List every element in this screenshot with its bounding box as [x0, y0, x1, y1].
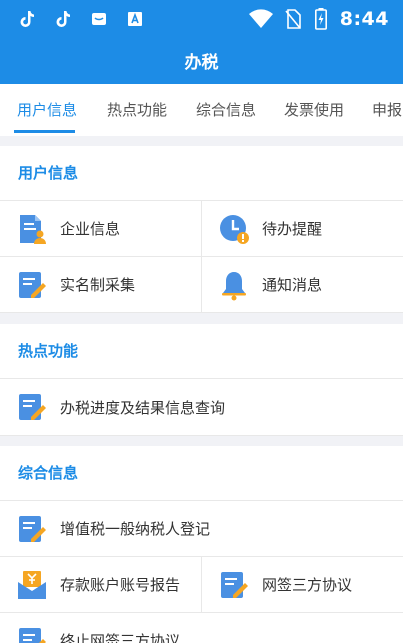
menu-item-notifications[interactable]: 通知消息 [201, 257, 403, 312]
tab-bar: 用户信息 热点功能 综合信息 发票使用 申报 [0, 84, 403, 136]
menu-item-label: 网签三方协议 [262, 576, 353, 594]
tab-general-info[interactable]: 综合信息 [196, 84, 256, 136]
tab-user-info[interactable]: 用户信息 [17, 84, 77, 136]
menu-item-company-info[interactable]: 企业信息 [0, 201, 201, 256]
menu-item-label: 办税进度及结果信息查询 [60, 398, 226, 417]
tiktok-icon [18, 10, 36, 28]
section-title: 热点功能 [0, 324, 403, 379]
menu-item-vat-registration[interactable]: 增值税一般纳税人登记 [0, 501, 403, 556]
menu-item-realname-collection[interactable]: 实名制采集 [0, 257, 201, 312]
wifi-icon [248, 8, 274, 28]
battery-charging-icon [312, 7, 330, 30]
clock-alert-icon [218, 213, 250, 245]
tab-hot-functions[interactable]: 热点功能 [107, 84, 167, 136]
bell-icon [218, 269, 250, 301]
app-icon [90, 10, 108, 28]
section-title: 用户信息 [0, 146, 403, 201]
menu-item-label: 增值税一般纳税人登记 [60, 520, 211, 538]
grid-row: 存款账户账号报告 网签三方协议 [0, 557, 403, 613]
grid-row: 企业信息 待办提醒 [0, 201, 403, 257]
status-bar: 8:44 [0, 0, 403, 37]
menu-item-label: 企业信息 [60, 220, 121, 238]
grid-row: 终止网签三方协议 [0, 613, 403, 643]
tab-active-indicator [14, 130, 75, 133]
menu-item-deposit-account-report[interactable]: 存款账户账号报告 [0, 557, 201, 612]
no-sim-icon [284, 8, 302, 29]
tab-declaration[interactable]: 申报 [372, 84, 402, 136]
section-user-info: 用户信息 企业信息 待办提醒 实名制采集 通知消息 [0, 146, 403, 313]
menu-item-label: 通知消息 [262, 276, 323, 294]
menu-item-label: 待办提醒 [262, 220, 323, 238]
section-title: 综合信息 [0, 446, 403, 501]
app-bar: 办税 [0, 37, 403, 84]
tab-invoice-use[interactable]: 发票使用 [284, 84, 344, 136]
money-envelope-icon [16, 569, 48, 601]
edit-document-icon [16, 269, 48, 301]
menu-item-progress-query[interactable]: 办税进度及结果信息查询 [0, 379, 403, 435]
status-time: 8:44 [339, 7, 389, 30]
menu-item-terminate-agreement[interactable]: 终止网签三方协议 [0, 613, 403, 643]
grid-row: 办税进度及结果信息查询 [0, 379, 403, 436]
menu-item-todo-reminder[interactable]: 待办提醒 [201, 201, 403, 256]
a-badge-icon [126, 10, 144, 28]
grid-row: 增值税一般纳税人登记 [0, 501, 403, 557]
section-general-info: 综合信息 增值税一般纳税人登记 存款账户账号报告 网签三方协议 终止网签三方协议 [0, 446, 403, 643]
edit-document-icon [16, 513, 48, 545]
menu-item-label: 存款账户账号报告 [60, 576, 181, 594]
grid-row: 实名制采集 通知消息 [0, 257, 403, 313]
section-hot-functions: 热点功能 办税进度及结果信息查询 [0, 324, 403, 436]
menu-item-label: 终止网签三方协议 [60, 632, 181, 643]
document-user-icon [16, 213, 48, 245]
edit-document-icon [16, 391, 48, 423]
edit-document-icon [16, 625, 48, 643]
menu-item-online-tripartite-agreement[interactable]: 网签三方协议 [201, 557, 403, 612]
menu-item-label: 实名制采集 [60, 276, 136, 294]
tiktok-icon [54, 10, 72, 28]
page-title: 办税 [184, 53, 219, 73]
edit-document-icon [218, 569, 250, 601]
